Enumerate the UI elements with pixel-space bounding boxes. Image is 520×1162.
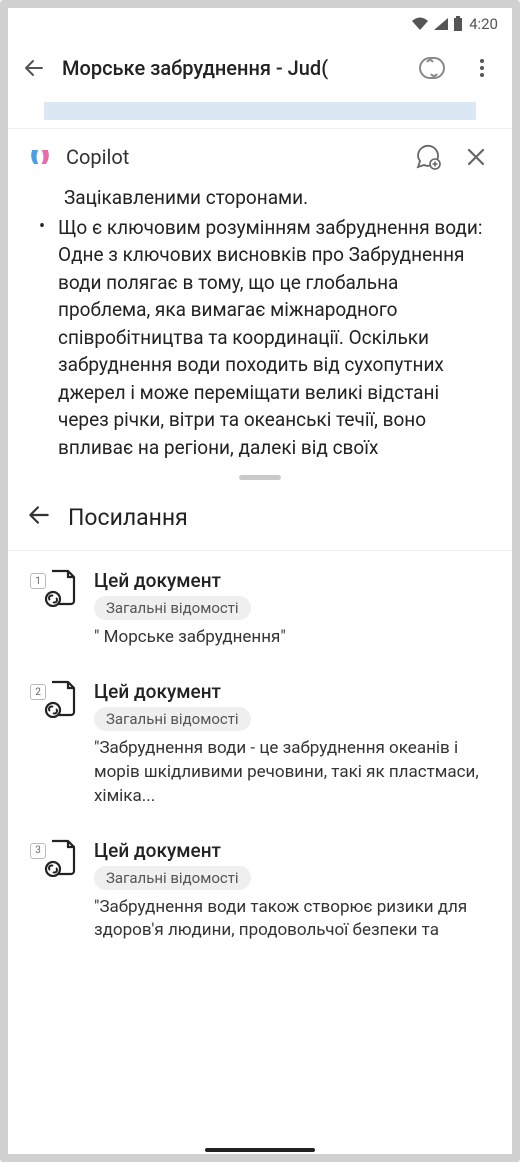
response-bullet-text: Що є ключовим розумінням забруднення вод… xyxy=(58,214,484,462)
arrow-left-icon xyxy=(26,502,52,528)
reference-title: Цей документ xyxy=(94,680,490,703)
reference-badge: Загальні відомості xyxy=(94,866,251,890)
reference-item[interactable]: 3 Цей документ Загальні відомості "Забру… xyxy=(30,839,490,944)
copilot-title: Copilot xyxy=(66,145,398,169)
arrow-left-icon xyxy=(22,56,46,80)
copilot-badge-icon xyxy=(417,53,447,83)
document-link-icon xyxy=(44,569,78,607)
copilot-pane-header: Copilot xyxy=(8,128,512,184)
reference-title: Цей документ xyxy=(94,839,490,862)
wifi-icon xyxy=(411,17,429,31)
reference-badge: Загальні відомості xyxy=(94,596,251,620)
references-list: 1 Цей документ Загальні відомості " Морс… xyxy=(8,551,512,943)
reference-quote: "Забруднення води - це забруднення океан… xyxy=(94,737,490,808)
chat-plus-icon xyxy=(414,143,442,171)
new-chat-button[interactable] xyxy=(410,139,446,175)
response-prev-line: Зацікавленими сторонами. xyxy=(36,184,484,212)
sheet-drag-handle[interactable] xyxy=(8,469,512,490)
close-copilot-button[interactable] xyxy=(458,139,494,175)
document-preview-strip xyxy=(8,96,512,128)
document-link-icon xyxy=(44,680,78,718)
references-back-button[interactable] xyxy=(26,502,52,532)
status-bar: 4:20 xyxy=(8,8,512,40)
app-header: Морське забруднення - Jud( xyxy=(8,40,512,96)
reference-title: Цей документ xyxy=(94,569,490,592)
document-link-icon xyxy=(44,839,78,877)
battery-icon xyxy=(453,16,463,32)
close-icon xyxy=(466,147,486,167)
status-icons xyxy=(411,16,463,32)
reference-badge: Загальні відомості xyxy=(94,707,251,731)
reference-quote: "Забруднення води також створює ризики д… xyxy=(94,896,490,944)
copilot-logo-icon xyxy=(26,143,54,171)
reference-item[interactable]: 2 Цей документ Загальні відомості "Забру… xyxy=(30,680,490,808)
more-button[interactable] xyxy=(464,50,500,86)
reference-quote: " Морське забруднення" xyxy=(94,626,490,650)
clock: 4:20 xyxy=(469,15,498,33)
document-title: Морське забруднення - Jud( xyxy=(62,56,400,80)
copilot-header-button[interactable] xyxy=(414,50,450,86)
back-button[interactable] xyxy=(20,54,48,82)
reference-item[interactable]: 1 Цей документ Загальні відомості " Морс… xyxy=(30,569,490,650)
references-pane: Посилання 1 Цей документ Загальні відомо… xyxy=(8,490,512,1144)
home-indicator[interactable] xyxy=(8,1144,512,1154)
more-vertical-icon xyxy=(472,58,492,78)
references-header: Посилання xyxy=(8,490,512,551)
signal-icon xyxy=(433,17,449,31)
copilot-response: Зацікавленими сторонами. • Що є ключовим… xyxy=(8,184,512,469)
bullet-marker: • xyxy=(36,214,48,462)
references-title: Посилання xyxy=(68,504,188,531)
